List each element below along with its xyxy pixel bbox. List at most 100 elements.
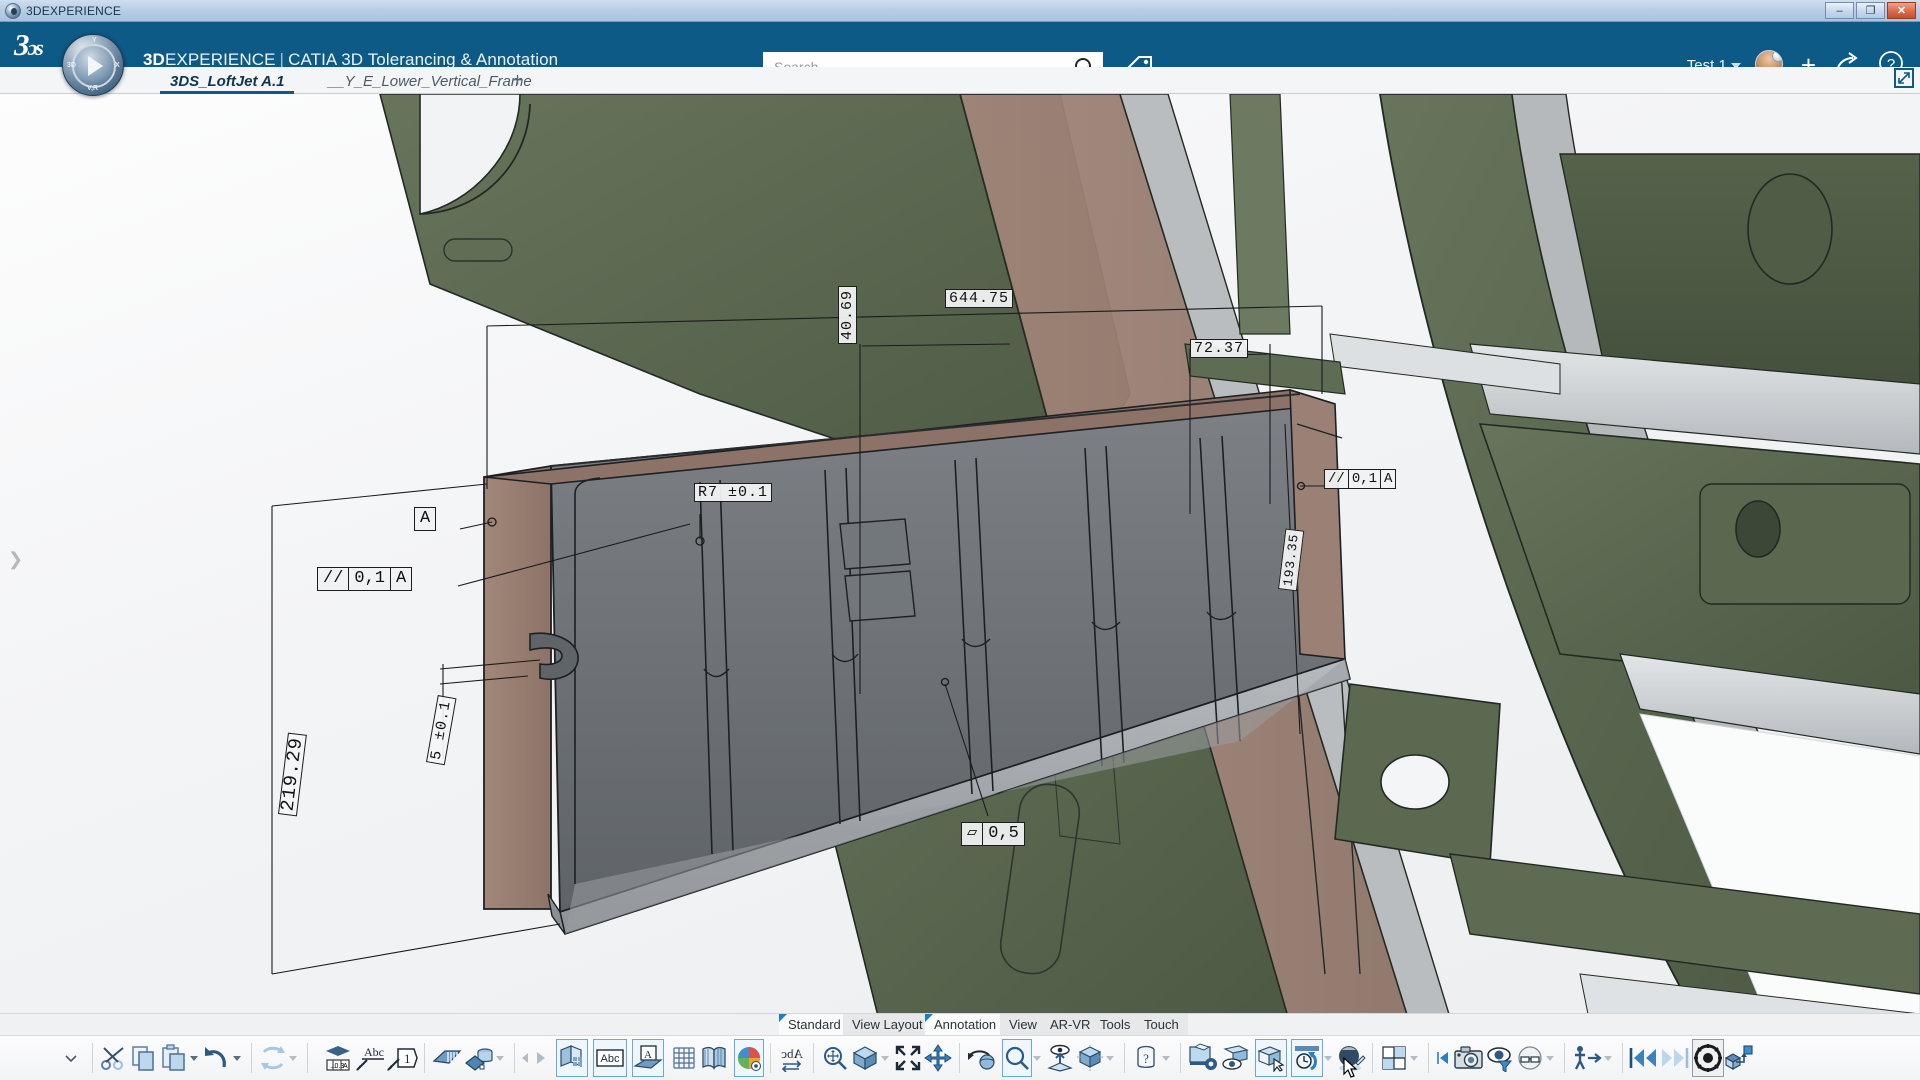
zoom-area-icon[interactable] (820, 1039, 850, 1077)
datum-feature-a[interactable]: A (414, 507, 437, 531)
text-annotation-abc-icon[interactable]: Abc (354, 1039, 386, 1077)
toolbar-divider (813, 1043, 814, 1073)
fcf-flatness[interactable]: ▱ 0,5 (961, 822, 1025, 846)
rewind-icon[interactable] (1629, 1039, 1659, 1077)
color-sphere-icon[interactable] (734, 1039, 764, 1077)
dimension-644-75[interactable]: 644.75 (945, 289, 1014, 308)
svg-text:1: 1 (404, 1051, 411, 1066)
3d-compass[interactable]: Y 3D X V,R (62, 34, 124, 96)
refresh-caret[interactable] (1324, 1055, 1332, 1061)
cut-scissors-icon[interactable] (99, 1039, 129, 1077)
tab-3ds-loftjet[interactable]: 3DS_LoftJet A.1 (160, 69, 295, 94)
checkerboard-caret[interactable] (1410, 1055, 1418, 1061)
toolbar-divider (770, 1043, 771, 1073)
exploded-view-icon[interactable] (556, 1039, 588, 1077)
fast-forward-icon[interactable] (1659, 1039, 1689, 1077)
copy-icon[interactable] (129, 1039, 159, 1077)
grid-icon[interactable] (669, 1039, 699, 1077)
os-title-bar: 3DEXPERIENCE – ❐ ✕ (0, 0, 1920, 22)
toolbar-divider (1372, 1043, 1373, 1073)
nav-right-arrow-icon[interactable] (532, 1039, 550, 1077)
tolerance-capture-icon[interactable]: ⊥ 0.3 A (322, 1039, 354, 1077)
tab-view[interactable]: View (1000, 1014, 1047, 1036)
tab-touch[interactable]: Touch (1135, 1014, 1188, 1036)
toolbar-divider (92, 1043, 93, 1073)
gear-settings-icon[interactable] (1692, 1039, 1724, 1077)
capture-layers-icon[interactable] (431, 1039, 463, 1077)
tab-lower-vertical-frame[interactable]: __Y_E_Lower_Vertical_Frame (318, 69, 542, 94)
fcf-datum: A (1380, 469, 1397, 489)
show-text-abc-icon[interactable]: Abc (593, 1039, 627, 1077)
glasses-caret[interactable] (1546, 1055, 1554, 1061)
nav-left-caret[interactable] (522, 1053, 528, 1063)
rotate-globe-icon[interactable] (966, 1039, 998, 1077)
export-window-icon[interactable] (1724, 1039, 1754, 1077)
balloon-number-icon[interactable]: 1 (386, 1039, 418, 1077)
view-cube-named-icon[interactable] (1075, 1039, 1105, 1077)
undo-options-caret[interactable] (233, 1055, 241, 1061)
tab-standard[interactable]: Standard (779, 1014, 851, 1036)
paste-icon[interactable] (159, 1039, 189, 1077)
3d-model-render (271, 94, 1920, 1024)
tab-tools[interactable]: Tools (1091, 1014, 1141, 1036)
visual-filter-icon[interactable] (1485, 1039, 1515, 1077)
paste-options-caret[interactable] (190, 1055, 198, 1061)
fcf-symbol: // (1324, 469, 1349, 489)
fcf-tolerance: 0,1 (1347, 469, 1382, 489)
normal-view-icon[interactable] (1045, 1039, 1075, 1077)
zoom-magnifier-icon[interactable] (1002, 1039, 1032, 1077)
dimension-radius-r7[interactable]: R7 ±0.1 (694, 483, 773, 502)
geometry-pick-caret[interactable] (496, 1055, 504, 1061)
fit-all-icon[interactable] (893, 1039, 923, 1077)
undo-icon[interactable] (202, 1039, 232, 1077)
checkerboard-icon[interactable] (1379, 1039, 1409, 1077)
select-box-icon[interactable] (1255, 1039, 1287, 1077)
view-cube-caret[interactable] (1106, 1055, 1114, 1061)
close-button[interactable]: ✕ (1887, 2, 1916, 19)
hide-show-icon[interactable] (1219, 1039, 1251, 1077)
chevron-right-icon[interactable]: ❯ (8, 549, 24, 571)
toolbar-divider (959, 1043, 960, 1073)
refresh-history-icon[interactable] (1291, 1039, 1323, 1077)
display-settings-icon[interactable] (1187, 1039, 1219, 1077)
svg-text:?: ? (1143, 1051, 1149, 1066)
measure-caret[interactable] (1162, 1055, 1170, 1061)
minimize-button[interactable]: – (1825, 2, 1854, 19)
collapse-panel-icon[interactable] (1894, 68, 1914, 88)
3ds-logo[interactable]: 3ɔs (14, 28, 58, 62)
add-tab-button[interactable]: + (512, 70, 523, 92)
iso-view-cube-icon[interactable] (850, 1039, 880, 1077)
redo-refresh-icon[interactable] (258, 1039, 288, 1077)
zoom-caret[interactable] (1033, 1055, 1041, 1061)
measure-cylinder-icon[interactable]: ? (1131, 1039, 1161, 1077)
tab-view-layout[interactable]: View Layout (843, 1014, 933, 1036)
prev-arrow-icon[interactable] (1435, 1039, 1453, 1077)
toolbar-divider (307, 1043, 308, 1073)
flip-text-icon[interactable]: Abc (777, 1039, 807, 1077)
walk-caret[interactable] (1604, 1055, 1612, 1061)
iso-view-caret[interactable] (881, 1055, 889, 1061)
fcf-parallelism-left[interactable]: // 0,1 A (317, 567, 413, 591)
restore-button[interactable]: ❐ (1856, 2, 1885, 19)
action-toolbar: ⊥ 0.3 A Abc 1 Abc A Abc ? (0, 1035, 1920, 1080)
3ds-app-icon (5, 3, 21, 19)
svg-text:Abc: Abc (601, 1053, 620, 1065)
annotation-plane-icon[interactable]: A (632, 1039, 664, 1077)
3d-viewport[interactable]: ❯ 644.75 72.37 40.69 219.29 193.35 R7 ±0… (0, 94, 1920, 1024)
fcf-parallelism-right[interactable]: // 0,1 A (1324, 469, 1397, 489)
camera-icon[interactable] (1453, 1039, 1485, 1077)
fcf-tolerance: 0,1 (348, 567, 392, 591)
tab-annotation[interactable]: Annotation (925, 1014, 1007, 1036)
toolbar-overflow-icon[interactable] (56, 1039, 86, 1077)
pan-icon[interactable] (923, 1039, 953, 1077)
compass-label-north: Y (92, 37, 97, 44)
dimension-72-37[interactable]: 72.37 (1190, 339, 1249, 358)
glasses-view-icon[interactable] (1515, 1039, 1545, 1077)
geometry-pick-icon[interactable] (463, 1039, 495, 1077)
mouse-cursor (1343, 1057, 1358, 1078)
walk-mode-icon[interactable] (1571, 1039, 1603, 1077)
section-view-icon[interactable] (699, 1039, 729, 1077)
redo-options-caret[interactable] (289, 1055, 297, 1061)
dimension-40-69[interactable]: 40.69 (838, 285, 857, 344)
command-tab-bar: Standard View Layout Annotation View AR-… (0, 1013, 1920, 1036)
